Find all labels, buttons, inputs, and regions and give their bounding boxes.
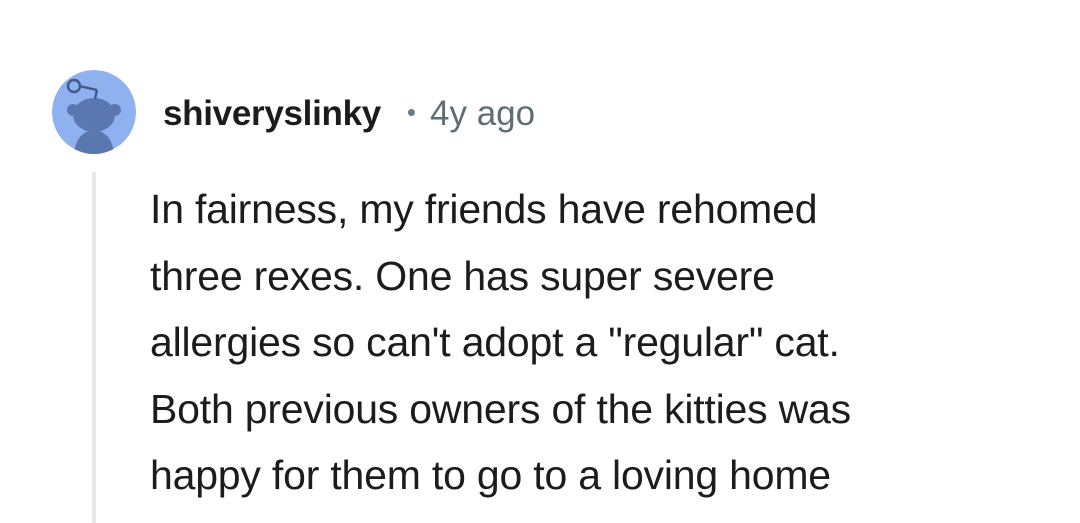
comment-timestamp: 4y ago [430, 94, 536, 133]
comment: shiveryslinky • 4y ago In fairness, my f… [0, 0, 1080, 523]
comment-body: In fairness, my friends have rehomed thr… [150, 186, 851, 498]
author-username[interactable]: shiveryslinky [163, 94, 381, 134]
thread-line[interactable] [92, 172, 96, 523]
meta-separator: • [406, 96, 417, 127]
comment-meta: shiveryslinky • 4y ago [163, 92, 535, 136]
snoo-avatar-icon[interactable] [52, 70, 136, 154]
